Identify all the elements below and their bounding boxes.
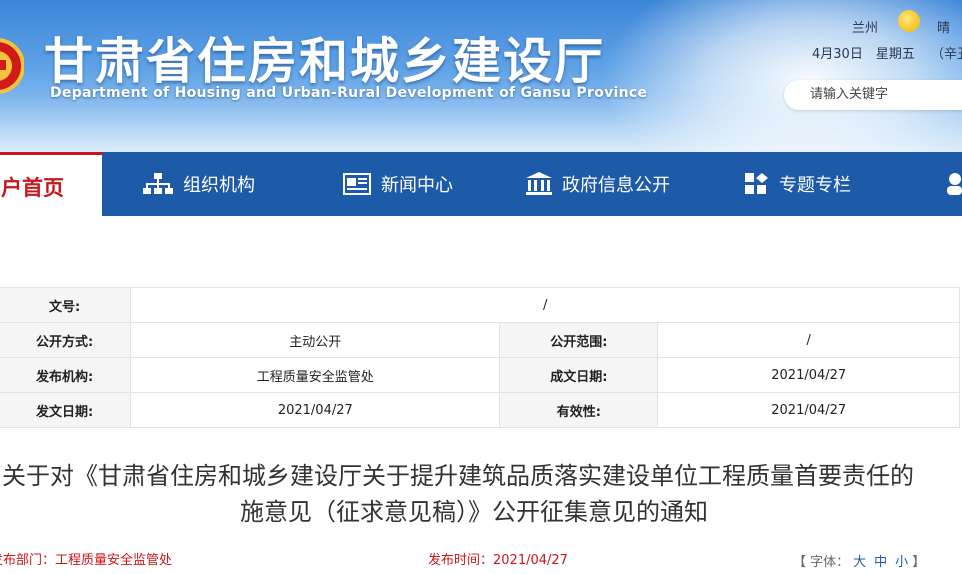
document-meta-table: 文号: / 公开方式: 主动公开 公开范围: / 发布机构: 工程质量安全监管处…	[0, 287, 960, 428]
created-date-value: 2021/04/27	[657, 357, 960, 393]
doc-number-value: /	[130, 287, 960, 323]
weather-lunar-date: （辛丑	[931, 47, 962, 62]
nav-home[interactable]: 户首页	[0, 152, 102, 216]
font-size-small-button[interactable]: 小	[895, 555, 908, 570]
open-scope-value: /	[657, 322, 960, 358]
government-building-icon	[526, 172, 552, 195]
issued-date-value: 2021/04/27	[130, 392, 501, 428]
font-size-prefix: 【 字体：	[793, 555, 850, 570]
main-nav: 户首页 组织机构 新闻中心 政府信息公开 专题专栏	[0, 152, 962, 216]
publish-time: 发布时间：2021/04/27	[428, 553, 568, 568]
org-chart-icon	[143, 173, 173, 194]
open-mode-value: 主动公开	[130, 322, 501, 358]
publisher-value: 工程质量安全监管处	[130, 357, 501, 393]
site-subtitle: Department of Housing and Urban-Rural De…	[50, 85, 648, 101]
publish-department: 发布部门：工程质量安全监管处	[0, 553, 173, 568]
nav-item-organization-label: 组织机构	[183, 175, 255, 196]
open-mode-label: 公开方式:	[0, 322, 132, 358]
font-size-medium-button[interactable]: 中	[874, 555, 887, 570]
sun-icon	[898, 10, 920, 32]
font-size-control: 【 字体：大中小】	[793, 551, 925, 570]
validity-label: 有效性:	[499, 392, 659, 428]
nav-item-topics-label: 专题专栏	[779, 175, 851, 196]
open-scope-label: 公开范围:	[499, 322, 659, 358]
nav-item-organization[interactable]: 组织机构	[143, 152, 255, 216]
nav-item-news[interactable]: 新闻中心	[343, 152, 453, 216]
article-title-line2: 施意见（征求意见稿）》公开征集意见的通知	[240, 498, 708, 526]
weather-condition: 晴	[937, 21, 951, 36]
issued-date-label: 发文日期:	[0, 392, 132, 428]
nav-item-gov-info-label: 政府信息公开	[562, 175, 670, 196]
national-emblem-icon	[0, 38, 24, 94]
nav-item-topics[interactable]: 专题专栏	[745, 152, 851, 216]
site-title: 甘肃省住房和城乡建设厅	[44, 33, 606, 90]
newspaper-icon	[343, 173, 371, 195]
nav-item-news-label: 新闻中心	[381, 175, 453, 196]
validity-value: 2021/04/27	[657, 392, 960, 428]
publisher-label: 发布机构:	[0, 357, 132, 393]
article-title-line1: 关于对《甘肃省住房和城乡建设厅关于提升建筑品质落实建设单位工程质量首要责任的	[2, 462, 914, 490]
created-date-label: 成文日期:	[499, 357, 659, 393]
search-input[interactable]	[808, 86, 962, 103]
search-box	[784, 80, 962, 110]
font-size-large-button[interactable]: 大	[853, 555, 866, 570]
weather-date: 4月30日 星期五	[812, 47, 915, 62]
nav-home-label: 户首页	[1, 176, 64, 200]
font-size-suffix: 】	[912, 555, 926, 570]
site-header: 甘肃省住房和城乡建设厅 Department of Housing and Ur…	[0, 0, 962, 152]
doc-number-label: 文号:	[0, 287, 132, 323]
tiles-icon	[745, 173, 768, 194]
weather-city: 兰州	[852, 21, 879, 36]
users-icon[interactable]	[944, 172, 962, 196]
nav-item-gov-info[interactable]: 政府信息公开	[526, 152, 670, 216]
